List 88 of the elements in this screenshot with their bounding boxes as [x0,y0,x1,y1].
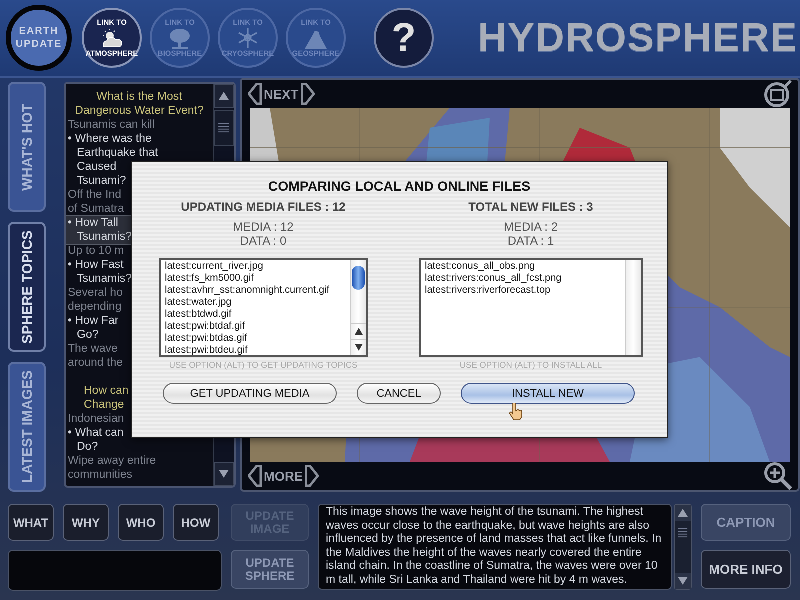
grip-lines-icon [218,123,230,133]
scrollbar[interactable] [625,260,641,355]
topic-answer: Tsunamis can kill [67,118,155,132]
up-arrow-icon [219,92,229,100]
hint-text: USE OPTION (ALT) TO GET UPDATING TOPICS [169,360,358,370]
topic-heading: How can [84,384,129,398]
file-name[interactable]: latest:fs_km5000.gif [165,273,254,285]
earth-update-logo[interactable]: EARTH UPDATE [6,5,72,71]
file-name[interactable]: latest:rivers:conus_all_fcst.png [425,273,562,285]
topic-answer: of Sumatra [67,202,124,216]
topic-answer: communities [67,468,133,482]
question-button[interactable]: HOW [173,504,219,541]
topic-heading: What is the Most [96,90,182,104]
down-arrow-icon [678,577,688,585]
scroll-down-button[interactable] [214,462,234,486]
file-name[interactable]: latest:rivers:riverforecast.top [425,285,551,297]
side-tab[interactable]: LATEST IMAGES [8,362,46,492]
question-button[interactable]: WHO [118,504,164,541]
left-arrow-icon [248,83,262,105]
help-button[interactable]: ? [374,8,434,68]
topic-answer: around the [67,356,123,370]
dialog-button[interactable]: INSTALL NEW [461,383,635,404]
topic-answer: Wipe away entire [67,454,156,468]
file-name[interactable]: latest:pwi:btdaf.gif [165,321,246,333]
topic-question[interactable]: Do? [66,440,98,454]
file-count: DATA : 0 [240,234,287,248]
side-tab[interactable]: WHAT'S HOT [8,82,46,212]
file-name[interactable]: latest:pwi:btdeu.gif [165,345,248,355]
topic-question[interactable]: • Where was the [66,132,152,146]
file-count: MEDIA : 2 [504,220,558,234]
topic-question[interactable]: Tsunamis? [66,230,132,244]
dialog-button[interactable]: CANCEL [357,383,441,404]
topic-question[interactable]: Tsunami? [66,174,126,188]
file-name[interactable]: latest:pwi:btdas.gif [165,333,248,345]
input-field[interactable] [8,550,222,591]
topic-question[interactable]: Tsunamis? [66,272,132,286]
zoom-in-icon[interactable] [764,462,792,490]
column-heading: TOTAL NEW FILES : 3 [468,200,594,214]
up-arrow-icon [354,328,362,335]
grip-lines-icon [678,528,688,538]
scrollbar[interactable] [350,260,366,355]
next-link[interactable]: NEXT [264,86,299,102]
topic-question[interactable]: • How Fast [66,258,124,272]
topic-question[interactable]: Earthquake that [66,146,158,160]
scroll-up-button[interactable] [214,84,234,108]
dialog-button[interactable]: GET UPDATING MEDIA [163,383,337,404]
scroll-up-button[interactable] [675,505,691,521]
topic-question[interactable]: • How Tall [66,216,118,230]
scroll-thumb[interactable] [352,266,365,290]
topic-heading: Dangerous Water Event? [75,104,204,118]
question-button[interactable]: WHAT [8,504,54,541]
topic-question[interactable]: • What can [66,426,124,440]
hint-text: USE OPTION (ALT) TO INSTALL ALL [460,360,602,370]
info-button[interactable]: MORE INFO [701,550,791,589]
topic-answer: The wave [67,342,118,356]
app-title: HYDROSPHERE [478,16,798,60]
scroll-down-button[interactable] [675,573,691,589]
dialog-title: COMPARING LOCAL AND ONLINE FILES [267,179,532,194]
right-arrow-icon [300,83,315,105]
file-count: DATA : 1 [508,234,554,248]
topic-question[interactable]: Caused [66,160,117,174]
file-name[interactable]: latest:btdwd.gif [165,309,232,321]
window-magnifier-icon[interactable] [764,80,792,108]
left-arrow-icon [248,465,262,487]
file-name[interactable]: latest:conus_all_obs.png [425,261,536,273]
right-arrow-icon [305,465,319,487]
topic-answer: Off the Ind [67,188,122,202]
file-name[interactable]: latest:water.jpg [165,297,232,309]
topic-heading: Change [84,398,124,412]
topic-question[interactable]: Go? [66,328,99,342]
up-arrow-icon [678,509,688,517]
more-link[interactable]: MORE [264,468,303,484]
topic-answer: Several ho [67,286,123,300]
topic-answer: Indonesian [67,412,124,426]
file-count: MEDIA : 12 [233,220,294,234]
down-arrow-icon [354,344,362,351]
caption-text: This image shows the wave height of the tsunami. The highest waves occur close to the earthquake, but wave heights are also influenced by the presence of land masses that act like funnels. In the Maldives the height of the waves nearly covered the entire island chain. In the coastline of Sumatra, the waves were over 10 m tall, while Sri Lanka and Thailand were hit by 4 m waves. [318,504,672,590]
hand-cursor-icon [509,403,523,421]
down-arrow-icon [219,470,229,478]
column-heading: UPDATING MEDIA FILES : 12 [181,200,346,214]
question-button[interactable]: WHY [63,504,109,541]
scroll-thumb[interactable] [214,110,234,146]
file-name[interactable]: latest:avhrr_sst:anomnight.current.gif [165,285,330,297]
topic-answer: Up to 10 m [67,244,124,258]
topic-question[interactable]: • How Far [66,314,119,328]
file-name[interactable]: latest:current_river.jpg [165,261,264,273]
side-tab[interactable]: SPHERE TOPICS [8,222,46,352]
topic-answer: depending [67,300,122,314]
